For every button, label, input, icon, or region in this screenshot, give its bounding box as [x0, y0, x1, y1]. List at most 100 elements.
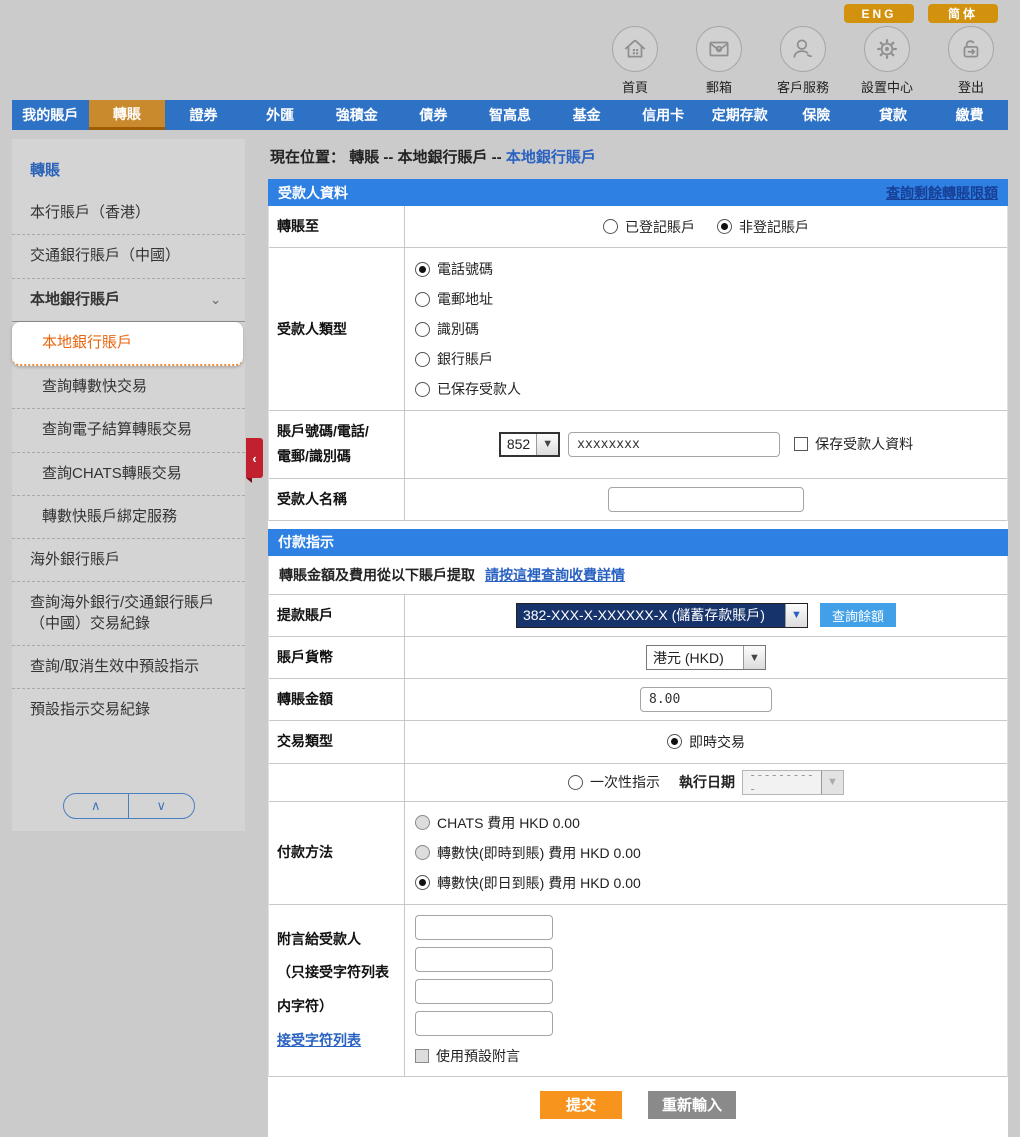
bank-account-radio[interactable] — [415, 352, 430, 367]
email-address-radio[interactable] — [415, 292, 430, 307]
chevron-down-icon: ▼ — [821, 771, 843, 794]
saved-payee-radio[interactable] — [415, 382, 430, 397]
fee-details-link[interactable]: 請按這裡查詢收費詳情 — [485, 565, 625, 585]
sidebar-item-fps-enquiry[interactable]: 查詢轉數快交易 — [12, 366, 245, 409]
sidebar-item-label: 本地銀行賬戶 — [30, 290, 120, 310]
pager-down-button[interactable]: ∨ — [129, 794, 194, 818]
sidebar-item-overseas-banks[interactable]: 海外銀行賬戶 — [12, 539, 245, 582]
unregistered-account-radio[interactable] — [717, 219, 732, 234]
home-button[interactable]: 首頁 — [604, 26, 666, 96]
nav-tab-forex[interactable]: 外匯 — [242, 100, 319, 130]
sidebar-item-bocom-china[interactable]: 交通銀行賬戶（中國） — [12, 235, 245, 278]
amount-row: 轉賬金額 — [269, 679, 1007, 721]
payee-name-input[interactable] — [608, 487, 804, 512]
language-switcher: ENG 简体 — [844, 4, 998, 23]
reset-button[interactable]: 重新輸入 — [648, 1091, 736, 1119]
sidebar-title: 轉賬 — [12, 153, 245, 192]
check-balance-button[interactable]: 查詢餘額 — [820, 603, 896, 627]
fps-instant-radio[interactable] — [415, 845, 430, 860]
home-label: 首頁 — [622, 77, 648, 96]
logout-button[interactable]: 登出 — [940, 26, 1002, 96]
memo-row: 附言給受款人 （只接受字符列表内字符） 接受字符列表 使用預設附言 — [269, 905, 1007, 1077]
settings-button[interactable]: 設置中心 — [856, 26, 918, 96]
mailbox-button[interactable]: 郵箱 — [688, 26, 750, 96]
lang-eng-button[interactable]: ENG — [844, 4, 914, 23]
payment-method-row: 付款方法 CHATS 費用 HKD 0.00 轉數快(即時到賬) 費用 HKD … — [269, 802, 1007, 905]
submit-button[interactable]: 提交 — [540, 1091, 622, 1119]
currency-row: 賬戶貨幣 港元 (HKD) ▼ — [269, 637, 1007, 679]
sidebar-item-standing-instruction-records[interactable]: 預設指示交易紀錄 — [12, 689, 245, 731]
nav-tab-securities[interactable]: 證券 — [165, 100, 242, 130]
payment-section-title: 付款指示 — [278, 532, 334, 552]
currency-select[interactable]: 港元 (HKD) ▼ — [646, 645, 766, 670]
nav-tab-mpf[interactable]: 強積金 — [318, 100, 395, 130]
customer-service-button[interactable]: 客戶服務 — [772, 26, 834, 96]
amount-input[interactable] — [640, 687, 772, 712]
phone-number-input[interactable] — [568, 432, 780, 457]
debit-note-row: 轉賬金額及費用從以下賬戶提取 請按這裡查詢收費詳情 — [269, 556, 1007, 595]
sidebar-item-fps-binding[interactable]: 轉數快賬戶綁定服務 — [12, 496, 245, 539]
sidebar-collapse-button[interactable]: ‹ — [246, 438, 263, 478]
chevron-up-icon: ∧ — [91, 798, 101, 814]
immediate-txn-label: 即時交易 — [689, 732, 745, 752]
chevron-down-icon: ⌄ — [210, 291, 221, 309]
debit-account-row: 提款賬戶 382-XXX-X-XXXXXX-X (儲蓄存款賬戶) ▼ 查詢餘額 — [269, 595, 1007, 637]
sidebar-pager: ∧ ∨ — [12, 775, 245, 819]
registered-account-radio[interactable] — [603, 219, 618, 234]
execute-date-select[interactable]: ---------- ▼ — [742, 770, 844, 795]
currency-value: 港元 (HKD) — [647, 646, 743, 669]
phone-number-radio[interactable] — [415, 262, 430, 277]
memo-input-1[interactable] — [415, 915, 553, 940]
nav-tab-insurance[interactable]: 保險 — [778, 100, 855, 130]
memo-input-4[interactable] — [415, 1011, 553, 1036]
nav-tab-smart-interest[interactable]: 智高息 — [472, 100, 549, 130]
nav-tab-time-deposit[interactable]: 定期存款 — [701, 100, 778, 130]
breadcrumb-current: 本地銀行賬戶 — [506, 149, 596, 166]
transfer-limit-link[interactable]: 查詢剩餘轉賬限額 — [886, 183, 998, 203]
memo-input-3[interactable] — [415, 979, 553, 1004]
transfer-to-label: 轉賬至 — [269, 206, 405, 247]
nav-tab-loans[interactable]: 貸款 — [855, 100, 932, 130]
preset-memo-checkbox[interactable] — [415, 1049, 429, 1063]
breadcrumb: 現在位置： 轉賬 -- 本地銀行賬戶 -- 本地銀行賬戶 — [268, 130, 1008, 179]
logout-label: 登出 — [958, 77, 984, 96]
mailbox-label: 郵箱 — [706, 77, 732, 96]
main-nav: 我的賬戶 轉賬 證券 外匯 強積金 債券 智高息 基金 信用卡 定期存款 保險 … — [12, 100, 1008, 130]
nav-tab-funds[interactable]: 基金 — [548, 100, 625, 130]
customer-service-label: 客戶服務 — [777, 77, 829, 96]
nav-tab-transfer[interactable]: 轉賬 — [89, 100, 166, 130]
sidebar-item-bocom-hk[interactable]: 本行賬戶（香港） — [12, 192, 245, 235]
memo-input-2[interactable] — [415, 947, 553, 972]
fps-id-radio[interactable] — [415, 322, 430, 337]
once-instruction-radio[interactable] — [568, 775, 583, 790]
nav-tab-bill-payment[interactable]: 繳費 — [931, 100, 1008, 130]
fps-sameday-radio[interactable] — [415, 875, 430, 890]
sidebar-item-overseas-enquiry[interactable]: 查詢海外銀行/交通銀行賬戶（中國）交易紀錄 — [12, 582, 245, 646]
charlist-link[interactable]: 接受字符列表 — [277, 1024, 398, 1058]
sidebar-item-standing-instruction-enquiry[interactable]: 查詢/取消生效中預設指示 — [12, 646, 245, 689]
area-code-select[interactable]: 852 ▼ — [499, 432, 560, 457]
nav-tab-credit-card[interactable]: 信用卡 — [625, 100, 702, 130]
immediate-txn-radio[interactable] — [667, 734, 682, 749]
preset-memo-label: 使用預設附言 — [436, 1046, 520, 1066]
transfer-to-row: 轉賬至 已登記賬戶 非登記賬戶 — [269, 206, 1007, 248]
chats-radio[interactable] — [415, 815, 430, 830]
fps-id-label: 識別碼 — [437, 319, 479, 339]
account-number-row: 賬戶號碼/電話/ 電郵/識別碼 852 ▼ 保存受款人資料 — [269, 411, 1007, 478]
save-payee-checkbox[interactable] — [794, 437, 808, 451]
sidebar-item-local-banks[interactable]: 本地銀行賬戶 ⌄ — [12, 279, 245, 322]
pager-up-button[interactable]: ∧ — [64, 794, 130, 818]
sidebar-item-ecg-transfer-enquiry[interactable]: 查詢電子結算轉賬交易 — [12, 409, 245, 452]
sidebar: 轉賬 本行賬戶（香港） 交通銀行賬戶（中國） 本地銀行賬戶 ⌄ 本地銀行賬戶 查… — [12, 139, 245, 831]
sidebar-item-chats-enquiry[interactable]: 查詢CHATS轉賬交易 — [12, 453, 245, 496]
once-instruction-row: 一次性指示 執行日期 ---------- ▼ — [269, 764, 1007, 802]
area-code-value: 852 — [501, 434, 536, 455]
debit-account-select[interactable]: 382-XXX-X-XXXXXX-X (儲蓄存款賬戶) ▼ — [516, 603, 808, 628]
nav-tab-bonds[interactable]: 債券 — [395, 100, 472, 130]
lang-simplified-button[interactable]: 简体 — [928, 4, 998, 23]
sidebar-item-local-banks-current[interactable]: 本地銀行賬戶 — [12, 322, 243, 366]
nav-tab-my-accounts[interactable]: 我的賬戶 — [12, 100, 89, 130]
chevron-left-icon: ‹ — [252, 451, 256, 466]
content-panel: 受款人資料 查詢剩餘轉賬限額 轉賬至 已登記賬戶 非登記賬戶 — [268, 179, 1008, 1137]
once-instruction-label-spacer — [269, 764, 405, 801]
